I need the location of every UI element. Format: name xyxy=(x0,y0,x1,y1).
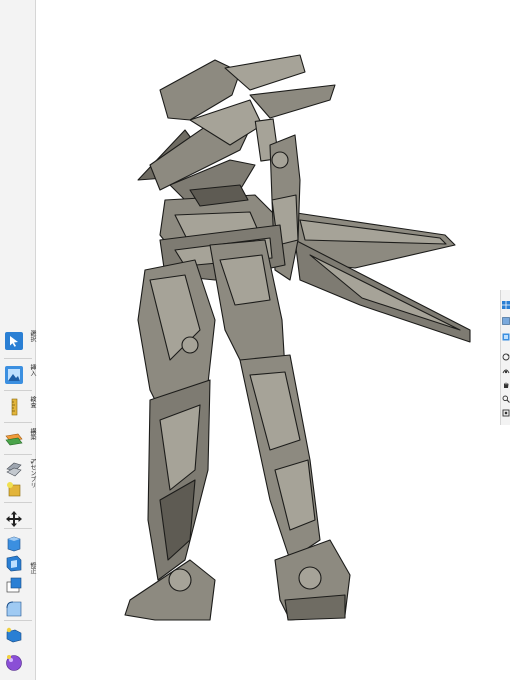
select-tool-button[interactable]: 選択 ▾ xyxy=(3,330,36,354)
view-cube-icon[interactable] xyxy=(502,310,510,325)
modify-tool-group[interactable]: 修正 ▾ xyxy=(3,532,36,622)
fit-tool-button[interactable] xyxy=(3,624,33,648)
toolbar-divider xyxy=(4,422,32,423)
toolbar-divider xyxy=(4,502,32,503)
shell-icon xyxy=(6,555,22,572)
toolbar-divider xyxy=(4,528,32,529)
push-pull-icon xyxy=(7,536,21,552)
toolbar-divider xyxy=(4,454,32,455)
joint-icon xyxy=(6,462,22,477)
fit-view-icon[interactable] xyxy=(502,402,510,417)
toolbar-divider xyxy=(4,620,32,621)
chevron-down-icon: ▾ xyxy=(30,562,33,568)
chevron-down-icon: ▾ xyxy=(30,430,33,436)
look-at-icon[interactable] xyxy=(502,360,510,374)
appearance-tool-button[interactable] xyxy=(3,652,33,676)
model-canvas[interactable] xyxy=(37,0,500,680)
display-mode-icon[interactable] xyxy=(502,326,510,341)
ruler-icon xyxy=(11,398,18,416)
new-component-icon xyxy=(7,482,21,497)
left-toolbar: 選択 ▾ 挿入 ▾ 検査 ▾ 構築 ▾ アセンブリ ▾ 修正 ▾ xyxy=(0,0,36,680)
right-toolbar xyxy=(500,290,510,425)
fillet-icon xyxy=(6,601,22,617)
measure-tool-button[interactable]: 検査 ▾ xyxy=(3,396,36,420)
select-cursor-icon xyxy=(5,332,23,350)
construct-plane-icon xyxy=(5,433,23,446)
box-select-icon xyxy=(6,627,22,643)
pan-hand-icon[interactable] xyxy=(502,374,510,388)
chevron-down-icon: ▾ xyxy=(30,460,33,466)
mecha-model-render xyxy=(124,54,471,621)
toolbar-divider xyxy=(4,358,32,359)
grid-icon[interactable] xyxy=(502,294,510,309)
chevron-down-icon: ▾ xyxy=(30,332,33,338)
chevron-down-icon: ▾ xyxy=(30,398,33,404)
orbit-icon[interactable] xyxy=(502,346,510,361)
construct-tool-button[interactable]: 構築 ▾ xyxy=(3,428,36,452)
move-arrows-icon xyxy=(6,511,22,527)
zoom-icon[interactable] xyxy=(502,388,510,403)
insert-image-icon xyxy=(5,366,23,384)
assemble-tool-button[interactable]: アセンブリ ▾ xyxy=(3,458,36,498)
appearance-sphere-icon xyxy=(6,655,22,671)
insert-tool-button[interactable]: 挿入 ▾ xyxy=(3,364,36,388)
chevron-down-icon: ▾ xyxy=(30,366,33,372)
toolbar-divider xyxy=(4,390,32,391)
combine-icon xyxy=(6,577,22,593)
